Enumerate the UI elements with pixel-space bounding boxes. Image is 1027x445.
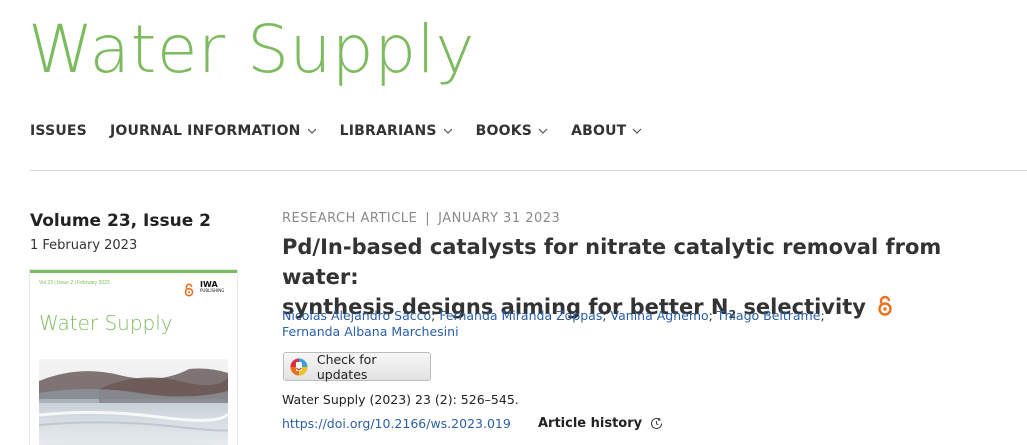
cover-title: Water Supply xyxy=(39,311,173,335)
chevron-down-icon xyxy=(538,128,548,134)
nav-item-label: JOURNAL INFORMATION xyxy=(109,123,301,139)
chevron-down-icon xyxy=(632,128,642,134)
nav-item-label: ISSUES xyxy=(30,123,87,139)
author-link[interactable]: Fernanda Miranda Zoppas xyxy=(439,308,602,323)
author-separator: ; xyxy=(602,308,607,323)
author-separator: ; xyxy=(708,308,713,323)
chevron-down-icon xyxy=(443,128,453,134)
nav-item-label: ABOUT xyxy=(571,123,627,139)
issue-cover-image[interactable]: Vol 23 | Issue 2 | February 2023 IWA PUB… xyxy=(30,270,237,445)
cover-landscape-photo xyxy=(39,359,228,445)
doi-link[interactable]: https://doi.org/10.2166/ws.2023.019 xyxy=(282,416,511,431)
main-nav: ISSUES JOURNAL INFORMATION LIBRARIANS BO… xyxy=(30,123,665,139)
journal-title[interactable]: Water Supply xyxy=(28,13,475,87)
article-meta: RESEARCH ARTICLE | JANUARY 31 2023 xyxy=(282,211,560,226)
nav-item-librarians[interactable]: LIBRARIANS xyxy=(340,123,453,139)
author-link[interactable]: Fernanda Albana Marchesini xyxy=(282,324,459,339)
open-access-icon xyxy=(184,283,194,297)
crossmark-icon xyxy=(290,357,308,376)
issue-date: 1 February 2023 xyxy=(30,238,138,253)
check-for-updates-label: Check for updates xyxy=(316,351,377,382)
chevron-down-icon xyxy=(307,128,317,134)
article-citation: Water Supply (2023) 23 (2): 526–545. xyxy=(282,392,519,407)
check-for-updates-button[interactable]: Check for updates xyxy=(283,351,431,382)
meta-separator: | xyxy=(425,211,431,226)
author-link[interactable]: Vanina Aghemo xyxy=(611,308,709,323)
cover-meta: Vol 23 | Issue 2 | February 2023 xyxy=(39,280,110,286)
nav-item-journal-information[interactable]: JOURNAL INFORMATION xyxy=(110,123,317,139)
article-history-label: Article history xyxy=(538,416,643,431)
publisher-logo: IWA PUBLISHING xyxy=(200,281,224,293)
clock-icon xyxy=(651,417,663,429)
nav-item-about[interactable]: ABOUT xyxy=(571,123,642,139)
nav-divider xyxy=(30,170,1027,171)
nav-item-label: LIBRARIANS xyxy=(339,123,437,139)
author-link[interactable]: Nicolas Alejandro Sacco xyxy=(282,308,431,323)
author-list: Nicolas Alejandro Sacco; Fernanda Mirand… xyxy=(282,308,882,340)
article-date: JANUARY 31 2023 xyxy=(438,211,561,226)
author-separator: ; xyxy=(820,308,825,323)
nav-item-issues[interactable]: ISSUES xyxy=(30,123,87,139)
nav-item-label: BOOKS xyxy=(475,123,533,139)
article-title-line1: Pd/In-based catalysts for nitrate cataly… xyxy=(282,235,942,289)
article-type: RESEARCH ARTICLE xyxy=(282,211,418,226)
author-link[interactable]: Thiago Beltrame xyxy=(717,308,821,323)
author-separator: ; xyxy=(431,308,436,323)
issue-title[interactable]: Volume 23, Issue 2 xyxy=(30,211,211,231)
nav-item-books[interactable]: BOOKS xyxy=(476,123,548,139)
article-history-toggle[interactable]: Article history xyxy=(538,416,663,431)
publisher-logo-subtext: PUBLISHING xyxy=(200,288,225,293)
